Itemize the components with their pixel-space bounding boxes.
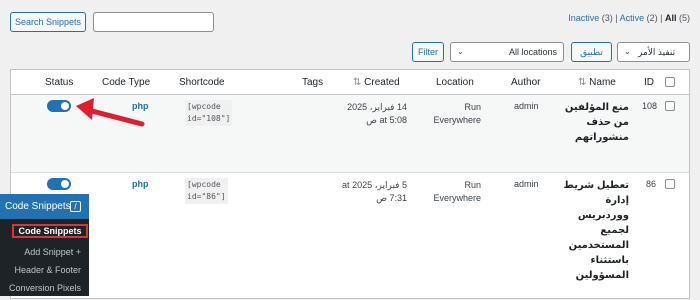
search-input[interactable] <box>93 12 214 32</box>
menu-item-add-snippet[interactable]: Add Snippet + <box>24 247 81 257</box>
column-code-type: Code Type <box>102 77 151 88</box>
column-status: Status <box>45 77 74 88</box>
status-filter-views: Inactive (3) | Active (2) | All (5) <box>568 13 690 23</box>
created-date-line: 5 فبراير، 2025 at <box>342 180 407 190</box>
location-line: Everywhere <box>433 115 481 125</box>
menu-header-label: Code Snippets <box>5 201 71 212</box>
status-toggle[interactable] <box>47 178 71 190</box>
inactive-count: (3) <box>601 13 613 23</box>
column-created-label: Created <box>364 77 400 88</box>
created-date: 5 فبراير، 2025 at 7:31 ص <box>327 179 407 205</box>
shortcode-line: id="108"] <box>187 114 231 123</box>
bulk-actions-select[interactable]: تنفيذ الأمر ⌄ <box>617 42 690 62</box>
snippet-id: 108 <box>642 101 658 111</box>
column-created[interactable]: ⇅ Created <box>353 77 400 88</box>
snippet-name-line: منشوراتهم <box>574 132 629 143</box>
created-date: 14 فبراير، 2025 at 5:08 ص <box>347 101 407 127</box>
search-snippets-button[interactable]: Search Snippets <box>10 12 86 32</box>
view-inactive-link[interactable]: Inactive <box>568 13 599 23</box>
snippet-id: 86 <box>646 179 657 189</box>
snippet-name-line: باستثناء <box>590 255 629 266</box>
created-time-line: 7:31 ص <box>376 193 407 203</box>
author: admin <box>514 179 539 189</box>
table-row: php [wpcode id="86"] 5 فبراير، 2025 at 7… <box>11 174 689 300</box>
snippet-name-line: ووردبريس <box>577 210 629 221</box>
author: admin <box>514 101 539 111</box>
bulk-actions-select-value: تنفيذ الأمر <box>638 46 676 57</box>
snippet-name-line: إدارة <box>605 195 629 206</box>
snippet-name-link[interactable]: منع المؤلفين من حذف منشوراتهم <box>551 100 629 145</box>
view-active-link[interactable]: Active <box>620 13 645 23</box>
created-time-line: at 5:08 ص <box>366 115 407 125</box>
location: Run Everywhere <box>421 179 481 205</box>
snippet-name-line: منع المؤلفين <box>564 102 629 113</box>
location-line: Everywhere <box>433 193 481 203</box>
all-count: (5) <box>679 13 690 23</box>
snippet-name-link[interactable]: تعطيل شريط إدارة ووردبريس لجميع المستخدم… <box>541 178 629 283</box>
admin-sidebar-menu: Code Snippets / Code Snippets Add Snippe… <box>0 194 89 296</box>
snippet-name-line: المسؤولين <box>575 270 629 281</box>
shortcode-line: id="86"] <box>187 192 226 201</box>
column-shortcode: Shortcode <box>179 77 225 88</box>
menu-item-code-snippets[interactable]: Code Snippets <box>12 224 88 238</box>
chevron-down-icon: ⌄ <box>457 47 464 56</box>
snippet-name-line: تعطيل شريط <box>563 180 629 191</box>
location-line: Run <box>464 180 481 190</box>
locations-select-value: All locations <box>509 47 558 57</box>
locations-select[interactable]: All locations ⌄ <box>450 42 564 62</box>
row-checkbox[interactable] <box>665 101 675 111</box>
sort-icon: ⇅ <box>578 77 587 88</box>
location: Run Everywhere <box>421 101 481 127</box>
shortcode-line: [wpcode <box>187 102 221 111</box>
column-name[interactable]: ⇅ Name <box>578 77 616 88</box>
snippet-name-line: المستخدمين <box>568 240 629 251</box>
column-id: ID <box>644 77 654 88</box>
view-all-link[interactable]: All <box>665 13 677 23</box>
code-icon: / <box>70 201 81 212</box>
shortcode: [wpcode id="86"] <box>185 178 228 204</box>
apply-button[interactable]: تطبيق <box>571 42 612 62</box>
menu-item-header-footer[interactable]: Header & Footer <box>14 265 81 275</box>
column-name-label: Name <box>589 77 616 88</box>
filter-button[interactable]: Filter <box>412 42 444 62</box>
chevron-down-icon: ⌄ <box>624 47 631 56</box>
annotation-arrow-icon <box>76 98 145 127</box>
code-type: php <box>132 179 149 189</box>
shortcode: [wpcode id="108"] <box>185 100 233 126</box>
column-location: Location <box>436 77 474 88</box>
menu-item-conversion-pixels[interactable]: Conversion Pixels <box>9 283 81 293</box>
select-all-checkbox[interactable] <box>665 77 675 87</box>
location-line: Run <box>464 102 481 112</box>
shortcode-line: [wpcode <box>187 180 221 189</box>
snippet-name-line: من حذف <box>586 117 629 128</box>
status-toggle[interactable] <box>47 100 71 112</box>
column-author: Author <box>511 77 541 88</box>
column-tags: Tags <box>302 77 324 88</box>
snippet-name-line: لجميع <box>600 225 629 236</box>
active-count: (2) <box>646 13 658 23</box>
menu-code-snippets-header[interactable]: Code Snippets / <box>0 194 89 219</box>
sort-icon: ⇅ <box>353 77 362 88</box>
row-checkbox[interactable] <box>665 179 675 189</box>
created-date-line: 14 فبراير، 2025 <box>347 102 407 112</box>
